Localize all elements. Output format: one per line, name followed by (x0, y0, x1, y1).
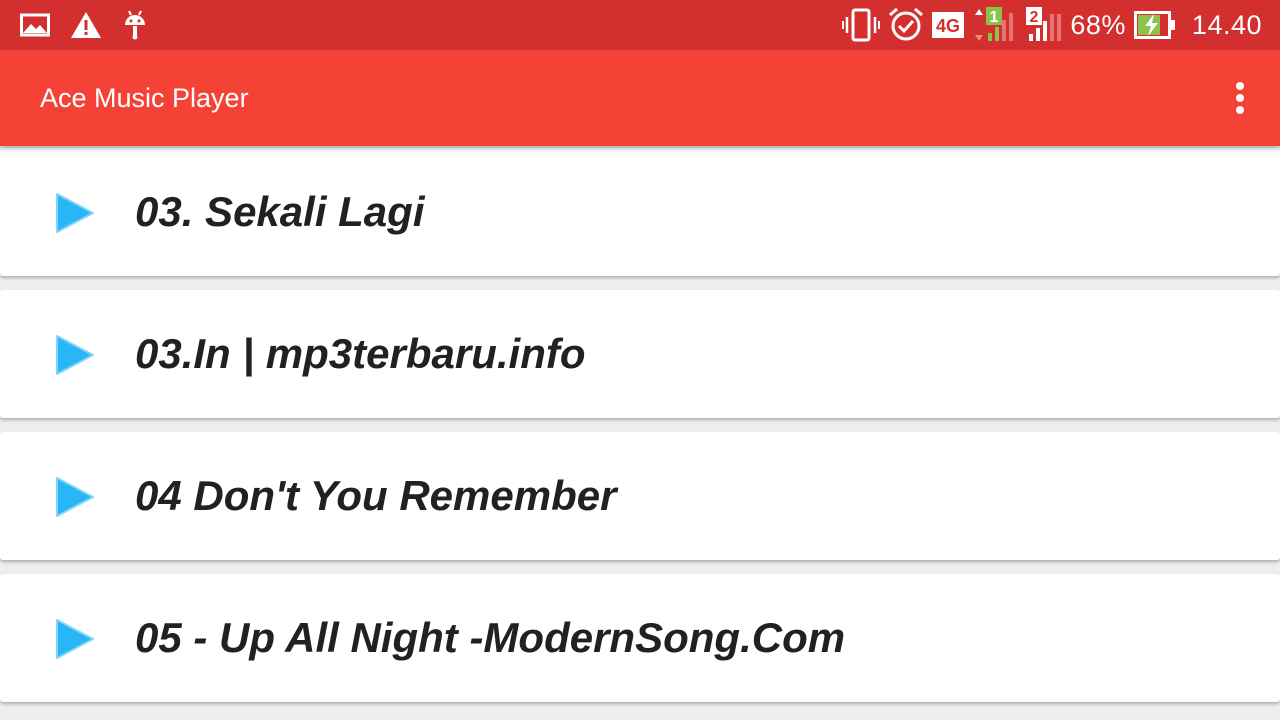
vibrate-icon (842, 8, 881, 42)
song-title: 04 Don't You Remember (135, 472, 617, 519)
sim1-label: 1 (990, 9, 999, 26)
song-list-item[interactable]: 05 - Up All Night -ModernSong.Com (0, 574, 1280, 702)
sim2-label: 2 (1030, 9, 1039, 26)
signal-sim2-icon: 2 (1026, 7, 1062, 41)
more-vert-icon-dot (1236, 106, 1244, 114)
status-bar: 4G 1 2 68% 14.40 (0, 0, 1280, 50)
song-title: 03. Sekali Lagi (135, 188, 425, 235)
song-list-item[interactable]: 03.In | mp3terbaru.info (0, 290, 1280, 418)
gallery-icon (20, 13, 50, 37)
signal-sim1-icon: 1 (975, 7, 1014, 41)
song-title: 05 - Up All Night -ModernSong.Com (135, 614, 846, 661)
status-bar-notifications (20, 0, 148, 50)
app-title: Ace Music Player (40, 83, 249, 113)
play-icon[interactable] (52, 191, 96, 235)
play-icon[interactable] (52, 617, 96, 661)
network-4g-icon: 4G (932, 12, 965, 38)
android-icon (125, 10, 145, 40)
more-vert-icon (1236, 82, 1244, 90)
more-options-button[interactable] (1228, 78, 1252, 118)
network-4g-label: 4G (936, 16, 960, 36)
alarm-icon (889, 7, 924, 41)
play-icon[interactable] (52, 333, 96, 377)
battery-charging-icon (1133, 11, 1175, 39)
play-icon[interactable] (52, 475, 96, 519)
status-bar-system: 4G 1 2 68% 14.40 (842, 0, 1262, 50)
song-title: 03.In | mp3terbaru.info (135, 330, 586, 377)
battery-percent: 68% (1070, 9, 1126, 40)
app-toolbar: Ace Music Player (0, 50, 1280, 146)
more-vert-icon-dot (1236, 94, 1244, 102)
warning-icon (71, 12, 101, 38)
song-list-item[interactable]: 04 Don't You Remember (0, 432, 1280, 560)
clock-time: 14.40 (1191, 9, 1262, 40)
song-list-item[interactable]: 03. Sekali Lagi (0, 148, 1280, 276)
